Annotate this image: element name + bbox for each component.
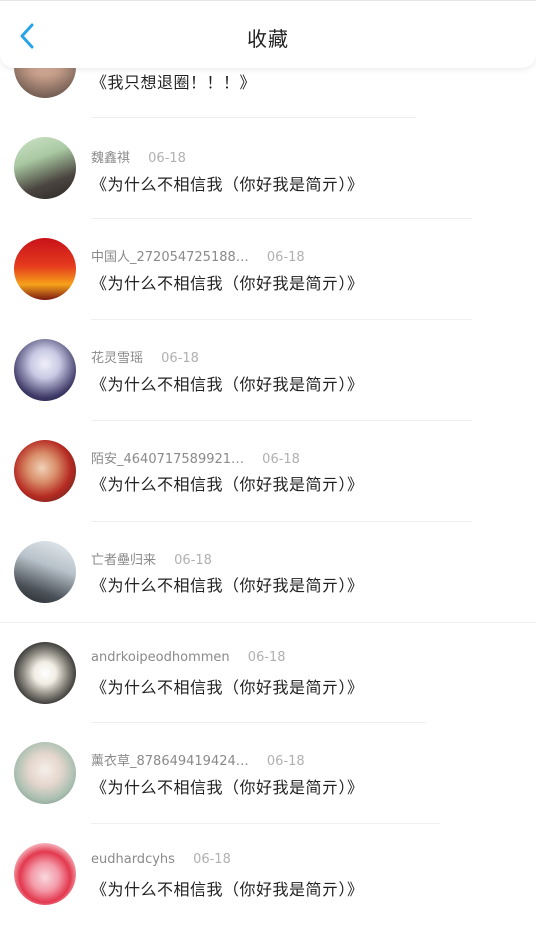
favorite-title: 《我只想退圈！！！》	[91, 73, 257, 92]
username[interactable]: 陌安_4640717589921…	[91, 448, 244, 467]
username[interactable]: eudhardcyhs	[91, 852, 175, 867]
avatar[interactable]	[14, 137, 76, 199]
date-label: 06-18	[174, 553, 212, 568]
divider	[91, 420, 472, 421]
date-label: 06-18	[266, 754, 305, 769]
list-item[interactable]: 中国人_272054725188… 06-18 《为什么不相信我（你好我是简亓）…	[0, 238, 536, 339]
divider	[91, 117, 416, 118]
username[interactable]: 薰衣草_878649419424…	[91, 750, 249, 769]
avatar[interactable]	[14, 541, 76, 603]
divider	[91, 319, 472, 320]
date-label: 06-18	[193, 852, 231, 867]
divider	[91, 521, 472, 522]
page-title: 收藏	[247, 27, 289, 51]
list-item[interactable]: andrkoipeodhommen 06-18 《为什么不相信我（你好我是简亓）…	[0, 642, 536, 743]
username[interactable]: 魏鑫祺	[91, 147, 130, 166]
date-label: 06-18	[247, 650, 286, 665]
avatar[interactable]	[14, 742, 76, 804]
date-label: 06-18	[262, 452, 300, 467]
favorite-title: 《为什么不相信我（你好我是简亓）》	[91, 880, 364, 899]
top-nav-bar: 收藏	[0, 0, 536, 68]
favorite-title: 《为什么不相信我（你好我是简亓）》	[91, 375, 364, 394]
list-item[interactable]: 薰衣草_878649419424… 06-18 《为什么不相信我（你好我是简亓）…	[0, 742, 536, 843]
item-meta: andrkoipeodhommen 06-18	[91, 650, 286, 665]
item-meta: 陌安_4640717589921… 06-18	[91, 448, 300, 467]
item-meta: 魏鑫祺 06-18	[91, 147, 186, 166]
item-meta: 花灵雪瑶 06-18	[91, 347, 199, 366]
favorite-title: 《为什么不相信我（你好我是简亓）》	[91, 175, 364, 194]
list-item[interactable]: 花灵雪瑶 06-18 《为什么不相信我（你好我是简亓）》	[0, 339, 536, 440]
item-meta: 亡者壘归来 06-18	[91, 549, 212, 568]
favorite-title: 《为什么不相信我（你好我是简亓）》	[91, 778, 364, 797]
divider	[91, 218, 472, 219]
list-item[interactable]: 亡者壘归来 06-18 《为什么不相信我（你好我是简亓）》	[0, 541, 536, 642]
date-label: 06-18	[161, 351, 199, 366]
avatar[interactable]	[14, 440, 76, 502]
favorite-title: 《为什么不相信我（你好我是简亓）》	[91, 475, 364, 494]
item-meta: 中国人_272054725188… 06-18	[91, 246, 305, 265]
avatar[interactable]	[14, 843, 76, 905]
date-label: 06-18	[148, 151, 186, 166]
divider	[91, 823, 440, 824]
item-meta: 薰衣草_878649419424… 06-18	[91, 750, 305, 769]
favorite-title: 《为什么不相信我（你好我是简亓）》	[91, 678, 364, 697]
username[interactable]: 中国人_272054725188…	[91, 246, 249, 265]
list-item[interactable]: eudhardcyhs 06-18 《为什么不相信我（你好我是简亓）》	[0, 843, 536, 944]
divider	[91, 722, 426, 723]
favorite-title: 《为什么不相信我（你好我是简亓）》	[91, 274, 364, 293]
date-label: 06-18	[266, 250, 305, 265]
list-item[interactable]: 魏鑫祺 06-18 《为什么不相信我（你好我是简亓）》	[0, 137, 536, 238]
divider	[0, 622, 536, 623]
username[interactable]: 花灵雪瑶	[91, 347, 143, 366]
avatar[interactable]	[14, 642, 76, 704]
username[interactable]: 亡者壘归来	[91, 549, 156, 568]
list-item[interactable]: 陌安_4640717589921… 06-18 《为什么不相信我（你好我是简亓）…	[0, 440, 536, 541]
favorite-title: 《为什么不相信我（你好我是简亓）》	[91, 576, 364, 595]
item-meta: eudhardcyhs 06-18	[91, 852, 231, 867]
avatar[interactable]	[14, 238, 76, 300]
avatar[interactable]	[14, 339, 76, 401]
username[interactable]: andrkoipeodhommen	[91, 650, 230, 665]
